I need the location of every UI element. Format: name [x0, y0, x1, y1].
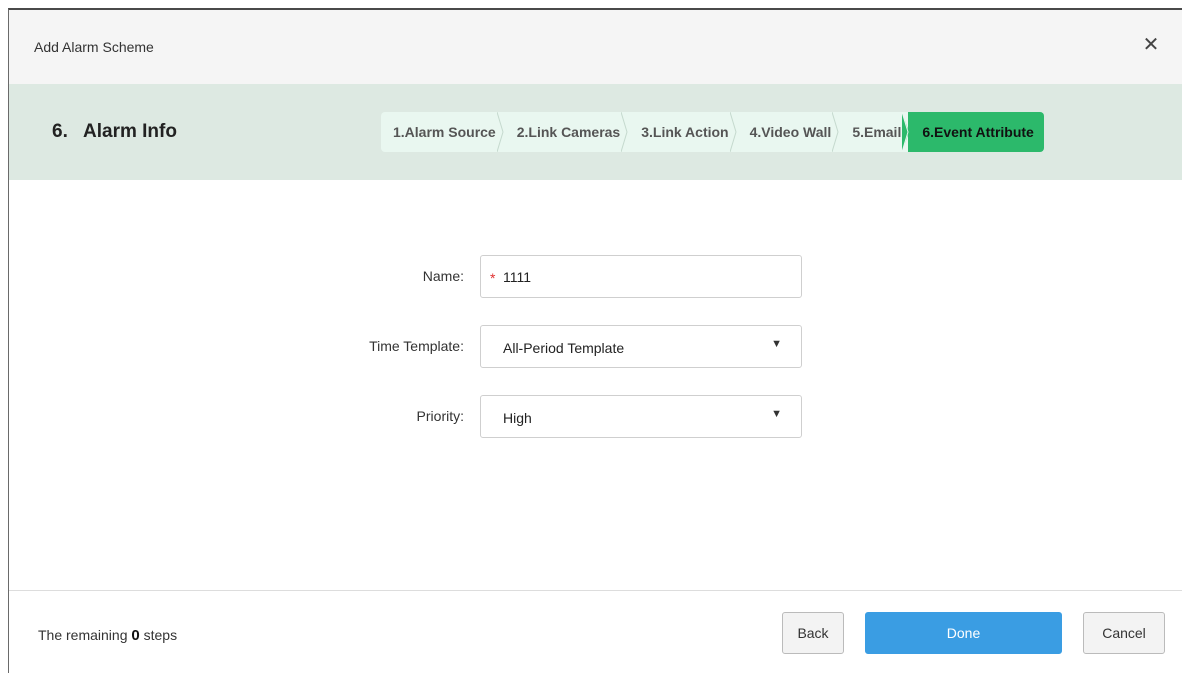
alarm-info-form: Name: * 1111 Time Template: All-Period T…: [9, 180, 1182, 590]
step-number: 6.: [52, 121, 68, 142]
priority-row: Priority: High ▼: [9, 395, 1182, 440]
priority-select[interactable]: High ▼: [480, 395, 802, 438]
step-label: 6.Event Attribute: [922, 124, 1034, 140]
step-email[interactable]: 5.Email: [838, 112, 910, 152]
step-alarm-source[interactable]: 1.Alarm Source: [381, 112, 504, 152]
chevron-down-icon: ▼: [771, 408, 782, 420]
current-step-title: 6. Alarm Info: [52, 121, 177, 143]
remaining-prefix: The remaining: [38, 627, 128, 643]
step-label: 1.Alarm Source: [393, 124, 496, 140]
chevron-down-icon: ▼: [771, 338, 782, 350]
step-label: 5.Email: [852, 124, 902, 140]
step-label: 4.Video Wall: [749, 124, 832, 140]
step-video-wall[interactable]: 4.Video Wall: [735, 112, 839, 152]
dialog-footer: The remaining 0 steps Back Done Cancel: [9, 590, 1182, 676]
priority-value: High: [503, 410, 532, 426]
name-row: Name: * 1111: [9, 255, 1182, 300]
name-label: Name:: [422, 268, 464, 284]
remaining-count: 0: [131, 627, 140, 644]
step-link-cameras[interactable]: 2.Link Cameras: [502, 112, 628, 152]
step-separator-icon: [902, 112, 910, 152]
close-icon[interactable]: ✕: [1140, 34, 1162, 56]
remaining-suffix: steps: [143, 627, 178, 643]
time-template-value: All-Period Template: [503, 340, 625, 356]
step-name: Alarm Info: [83, 121, 177, 142]
add-alarm-scheme-dialog: Add Alarm Scheme ✕ 6. Alarm Info 1.Alarm…: [8, 8, 1182, 676]
name-input[interactable]: * 1111: [480, 255, 802, 298]
required-mark: *: [490, 270, 496, 286]
step-separator-icon: [496, 112, 504, 152]
time-template-row: Time Template: All-Period Template ▼: [9, 325, 1182, 370]
dialog-titlebar: Add Alarm Scheme ✕: [9, 10, 1182, 84]
time-template-select[interactable]: All-Period Template ▼: [480, 325, 802, 368]
step-link-action[interactable]: 3.Link Action: [627, 112, 737, 152]
wizard-steps: 1.Alarm Source 2.Link Cameras 3.Link Act…: [381, 112, 1044, 152]
dialog-title: Add Alarm Scheme: [34, 39, 154, 55]
step-event-attribute[interactable]: 6.Event Attribute: [908, 112, 1044, 152]
priority-label: Priority:: [416, 408, 464, 424]
step-separator-icon: [729, 112, 737, 152]
step-label: 2.Link Cameras: [516, 124, 621, 140]
name-value: 1111: [503, 269, 532, 285]
cancel-button[interactable]: Cancel: [1083, 612, 1165, 654]
done-button[interactable]: Done: [865, 612, 1062, 654]
back-button[interactable]: Back: [782, 612, 844, 654]
step-label: 3.Link Action: [641, 124, 729, 140]
step-separator-icon: [832, 112, 839, 152]
remaining-steps-text: The remaining 0 steps: [38, 627, 177, 644]
time-template-label: Time Template:: [369, 338, 464, 354]
step-separator-icon: [621, 112, 628, 152]
wizard-step-header: 6. Alarm Info 1.Alarm Source 2.Link Came…: [9, 84, 1182, 180]
